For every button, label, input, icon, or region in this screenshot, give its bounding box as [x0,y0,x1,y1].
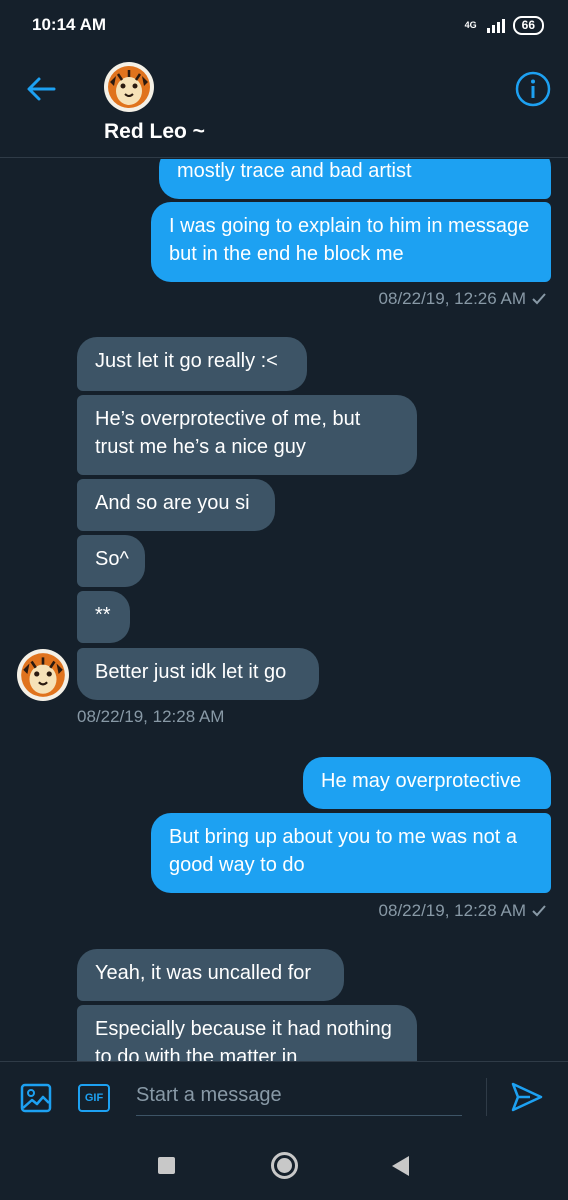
message-text: So^ [95,548,129,570]
message-outgoing[interactable]: But bring up about you to me was not a g… [151,813,551,893]
signal-icon [486,17,505,33]
message-timestamp: 08/22/19, 12:28 AM [379,901,546,921]
message-incoming[interactable]: Just let it go really :< [77,337,307,391]
message-text: And so are you si [95,492,250,514]
message-text: Yeah, it was uncalled for [95,962,312,984]
home-icon[interactable] [271,1152,298,1179]
network-indicator: 4G [464,19,479,30]
message-text: mostly trace and bad artist [177,160,412,182]
gif-button[interactable]: GIF [78,1084,110,1112]
message-timestamp: 08/22/19, 12:28 AM [77,707,224,727]
contact-name[interactable]: Red Leo ~ [104,120,205,144]
timestamp-text: 08/22/19, 12:28 AM [77,707,225,726]
arrow-left-icon[interactable] [24,72,58,106]
message-text: Especially because it had nothing to do … [95,1018,392,1061]
battery-icon: 66 [512,15,544,35]
status-bar: 10:14 AM 4G 66 [0,0,568,50]
message-timestamp: 08/22/19, 12:26 AM [379,289,546,309]
conversation-header: Red Leo ~ [0,50,568,158]
avatar[interactable] [104,62,154,112]
recents-icon[interactable] [158,1157,175,1174]
message-list[interactable]: mostly trace and bad artist I was going … [0,159,568,1061]
message-text: I was going to explain to him in message… [169,215,530,265]
message-incoming[interactable]: ** [77,591,130,643]
message-text: He’s overprotective of me, but trust me … [95,408,361,458]
message-incoming[interactable]: Better just idk let it go [77,648,319,700]
back-triangle-icon[interactable] [392,1156,409,1176]
message-outgoing[interactable]: He may overprotective [303,757,551,809]
check-icon [532,293,546,305]
timestamp-text: 08/22/19, 12:26 AM [378,289,526,308]
message-incoming[interactable]: He’s overprotective of me, but trust me … [77,395,417,475]
message-incoming[interactable]: And so are you si [77,479,275,531]
check-icon [532,905,546,917]
info-icon[interactable] [514,70,552,108]
message-text: But bring up about you to me was not a g… [169,826,517,876]
message-incoming[interactable]: Especially because it had nothing to do … [77,1005,417,1061]
message-outgoing[interactable]: I was going to explain to him in message… [151,202,551,282]
message-outgoing[interactable]: mostly trace and bad artist [159,159,551,199]
divider [486,1078,487,1116]
network-type: 4G [464,19,477,30]
message-incoming[interactable]: So^ [77,535,145,587]
message-composer: GIF [0,1061,568,1131]
message-text: He may overprotective [321,770,522,792]
avatar[interactable] [17,649,69,701]
status-icons: 4G 66 [464,15,544,35]
message-input[interactable] [136,1076,462,1116]
message-text: ** [95,604,111,626]
message-incoming[interactable]: Yeah, it was uncalled for [77,949,344,1001]
timestamp-text: 08/22/19, 12:28 AM [378,901,526,920]
status-time: 10:14 AM [32,15,107,34]
message-text: Better just idk let it go [95,661,287,683]
image-icon[interactable] [20,1082,52,1114]
system-nav-bar [0,1131,568,1200]
message-text: Just let it go really :< [95,350,278,372]
send-icon[interactable] [510,1080,544,1114]
